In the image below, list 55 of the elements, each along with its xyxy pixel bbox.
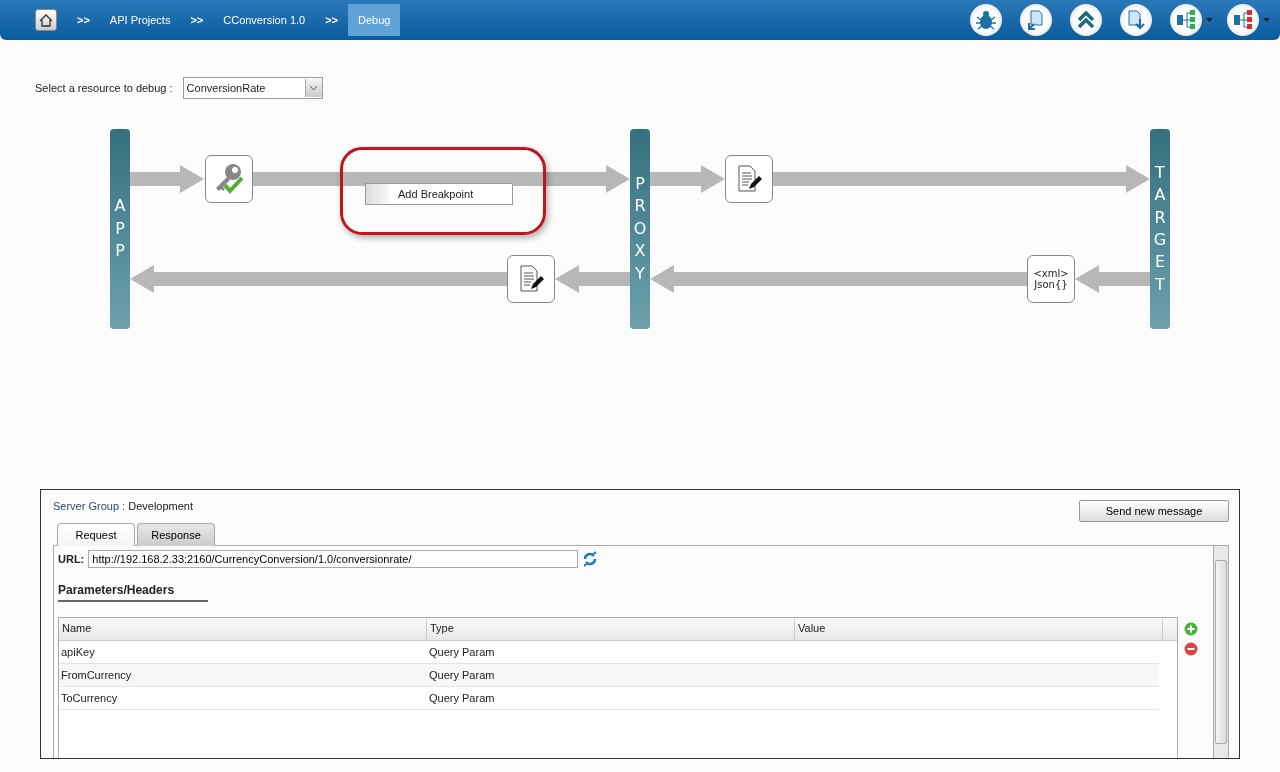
panel-tab[interactable]: Request: [57, 523, 135, 546]
toolbar-button[interactable]: [1227, 4, 1259, 36]
url-label: URL:: [58, 553, 85, 565]
document-edit-icon: [518, 265, 544, 293]
document-edit-icon: [736, 165, 762, 193]
hierarchy-icon: [1232, 9, 1254, 31]
table-cell-text: Query Param: [428, 668, 496, 683]
policy-node[interactable]: [205, 155, 253, 203]
policy-node[interactable]: [507, 255, 555, 303]
breadcrumb-separator: >>: [76, 14, 91, 26]
resource-select[interactable]: ConversionRate: [182, 77, 323, 99]
hierarchy-icon: [1175, 9, 1197, 31]
toolbar-button[interactable]: [1070, 4, 1102, 36]
breadcrumb-link[interactable]: API Projects: [99, 4, 181, 36]
toolbar-button[interactable]: [970, 4, 1002, 36]
node-text: <xml>: [1033, 268, 1069, 279]
home-button[interactable]: [35, 9, 57, 31]
caret-icon: [1263, 18, 1270, 22]
send-message-button[interactable]: Send new message: [1079, 500, 1229, 522]
breadcrumb-link[interactable]: CConversion 1.0: [213, 4, 316, 36]
panel-tab[interactable]: Response: [137, 523, 215, 546]
breadcrumb-separator: >>: [189, 14, 205, 26]
double-chevron-up-icon: [1075, 9, 1097, 31]
home-icon: [39, 13, 53, 27]
table-cell-text: apiKey: [60, 645, 96, 660]
select-label: Select a resource to debug :: [35, 82, 173, 94]
table-cell-text: Query Param: [428, 691, 496, 706]
section-title: Parameters/Headers: [58, 583, 208, 602]
caret-icon: [1206, 18, 1213, 22]
breadcrumb-separator: >>: [324, 14, 340, 26]
toolbar-button[interactable]: [1020, 4, 1052, 36]
url-field[interactable]: http://192.168.2.33:2160/CurrencyConversion/1.0/conversionrate/: [88, 550, 579, 568]
scrollbar[interactable]: [1213, 546, 1228, 758]
lane-label: TARGET: [1152, 161, 1168, 296]
bug-icon: [975, 9, 997, 31]
column-header: Name: [59, 618, 427, 640]
document-download-icon: [1125, 9, 1147, 31]
toolbar-button[interactable]: [1170, 4, 1202, 36]
policy-node[interactable]: [725, 155, 773, 203]
table-cell-text: FromCurrency: [60, 668, 133, 683]
chevron-down-icon: [310, 85, 318, 91]
column-header: Type: [427, 618, 795, 640]
remove-icon[interactable]: [1184, 642, 1198, 656]
column-header: Value: [795, 618, 1163, 640]
lane-label: PROXY: [632, 173, 648, 285]
lane-label: APP: [113, 195, 127, 263]
table-cell-text: Query Param: [428, 645, 496, 660]
add-icon[interactable]: [1184, 622, 1198, 636]
table-cell-text: ToCurrency: [60, 691, 119, 706]
server-group-label: Server Group :: [53, 500, 126, 512]
server-group-value: Development: [128, 500, 194, 512]
node-text: Json{}: [1034, 279, 1068, 290]
refresh-icon: [582, 551, 599, 567]
add-breakpoint-menu-item[interactable]: Add Breakpoint: [365, 183, 513, 205]
toolbar-button[interactable]: [1120, 4, 1152, 36]
